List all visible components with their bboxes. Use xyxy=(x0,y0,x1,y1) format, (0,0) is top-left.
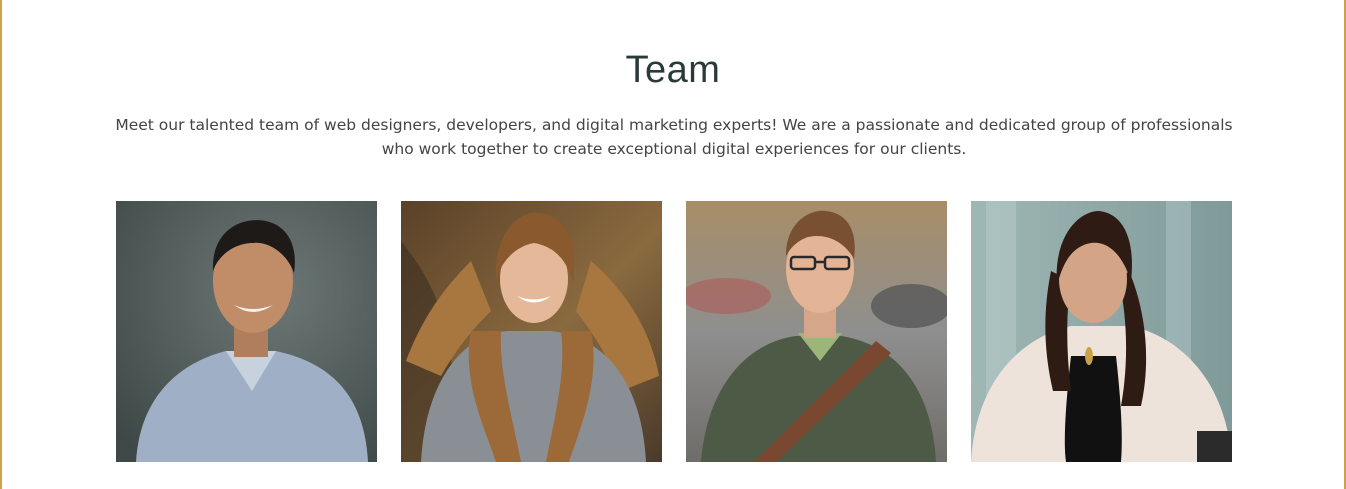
team-member-card-1[interactable] xyxy=(116,201,377,462)
team-member-photo-4 xyxy=(971,201,1232,462)
team-member-card-4[interactable] xyxy=(971,201,1232,462)
section-title: Team xyxy=(625,49,721,91)
section-description: Meet our talented team of web designers,… xyxy=(115,116,1233,158)
team-section: Team Meet our talented team of web desig… xyxy=(2,0,1344,489)
team-member-photo-3 xyxy=(686,201,947,462)
team-member-photo-1 xyxy=(116,201,377,462)
team-member-card-2[interactable] xyxy=(401,201,662,462)
team-grid xyxy=(116,201,1232,462)
team-member-card-3[interactable] xyxy=(686,201,947,462)
team-member-photo-2 xyxy=(401,201,662,462)
